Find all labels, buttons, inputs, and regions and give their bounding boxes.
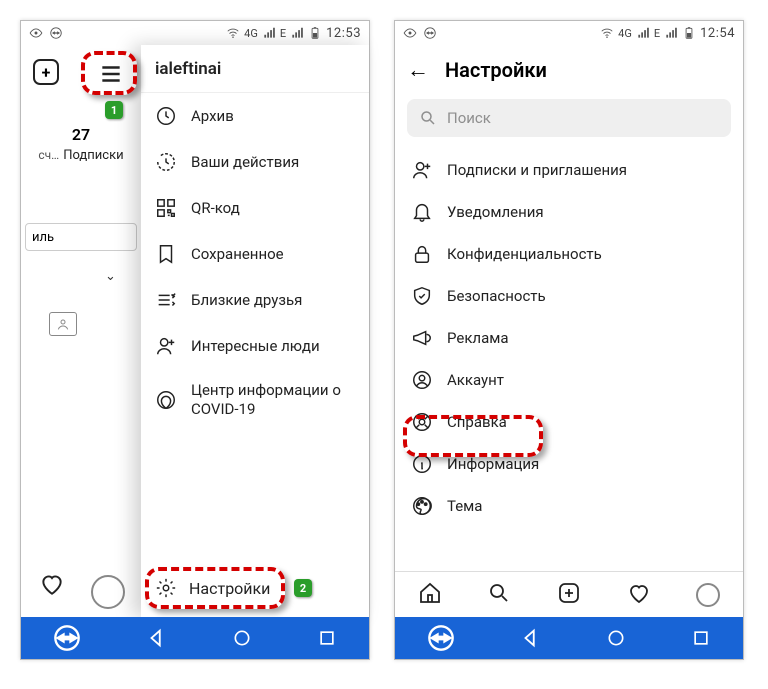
profile-drawer: ialeftinai Архив Ваши действия QR-код Со… [141,45,369,617]
tagged-grid-icon[interactable] [49,312,77,336]
menu-covid-info[interactable]: Центр информации о COVID-19 [141,369,369,431]
wifi-icon [226,26,240,40]
add-person-icon [411,159,433,181]
instagram-tabbar [395,571,743,617]
status-clock: 12:53 [326,26,361,41]
signal-e: E [654,27,660,40]
drawer-username[interactable]: ialeftinai [141,45,369,93]
eye-icon [29,26,43,40]
activity-icon [155,151,177,173]
nav-home[interactable] [232,628,252,648]
nav-back[interactable] [520,627,542,649]
menu-archive[interactable]: Архив [141,93,369,139]
profile-avatar-ring[interactable] [91,575,125,609]
signal-e: E [280,27,286,40]
settings-label: Настройки [189,579,270,598]
search-icon [419,109,437,127]
menu-qr[interactable]: QR-код [141,185,369,231]
nav-recent[interactable] [691,628,711,648]
menu-discover-people[interactable]: Интересные люди [141,323,369,369]
tab-add-icon[interactable] [557,581,581,609]
network-4g: 4G [618,27,632,40]
info-icon [411,453,433,475]
following-count: 27 [25,125,137,144]
teamviewer-nav-icon[interactable] [427,624,455,652]
settings-about[interactable]: Информация [395,443,743,485]
new-post-button[interactable]: + [33,59,59,85]
gear-icon [155,577,177,599]
archive-icon [155,105,177,127]
signal-icon [636,26,650,40]
following-label[interactable]: Подписки [63,148,123,163]
close-friends-icon [155,289,177,311]
menu-settings[interactable]: Настройки [141,563,369,617]
help-icon [411,411,433,433]
settings-notifications[interactable]: Уведомления [395,191,743,233]
profile-strip: + 27 сч… Подписки иль ⌄ [21,45,141,336]
teamviewer-status-icon [49,26,63,40]
account-icon [411,369,433,391]
back-arrow-icon[interactable]: ← [407,57,429,83]
wifi-icon [600,26,614,40]
signal2-icon [290,26,304,40]
menu-your-activity[interactable]: Ваши действия [141,139,369,185]
phone-left: 4G E 12:53 + 27 сч… Подписки иль ⌄ ialef… [20,20,370,660]
signal-icon [262,26,276,40]
teamviewer-nav-icon[interactable] [53,624,81,652]
menu-saved[interactable]: Сохраненное [141,231,369,277]
nav-back[interactable] [146,627,168,649]
eye-icon [403,26,417,40]
tab-heart-icon[interactable] [627,581,651,609]
tab-home-icon[interactable] [418,581,442,609]
android-navbar [21,617,369,659]
covid-info-icon [155,389,177,411]
nav-recent[interactable] [317,628,337,648]
network-4g: 4G [244,27,258,40]
qr-icon [155,197,177,219]
phone-right: 4G E 12:54 ← Настройки Поиск Подписки и … [394,20,744,660]
saved-icon [155,243,177,265]
battery-icon [308,26,322,40]
add-person-icon [155,335,177,357]
battery-icon [682,26,696,40]
settings-list: Подписки и приглашения Уведомления Конфи… [395,149,743,527]
teamviewer-status-icon [423,26,437,40]
status-bar: 4G E 12:54 [395,21,743,45]
activity-heart-icon[interactable] [39,571,65,601]
settings-security[interactable]: Безопасность [395,275,743,317]
bell-icon [411,201,433,223]
tab-profile-icon[interactable] [696,583,720,607]
settings-ads[interactable]: Реклама [395,317,743,359]
status-clock: 12:54 [700,26,735,41]
signal2-icon [664,26,678,40]
lock-icon [411,243,433,265]
theme-icon [411,495,433,517]
search-placeholder: Поиск [447,109,491,127]
status-bar: 4G E 12:53 [21,21,369,45]
shield-icon [411,285,433,307]
tab-search-icon[interactable] [487,581,511,609]
settings-header: ← Настройки [395,45,743,95]
edit-profile-button[interactable]: иль [25,223,137,251]
nav-home[interactable] [606,628,626,648]
settings-account[interactable]: Аккаунт [395,359,743,401]
search-input[interactable]: Поиск [407,99,731,137]
settings-follow-invite[interactable]: Подписки и приглашения [395,149,743,191]
menu-close-friends[interactable]: Близкие друзья [141,277,369,323]
settings-help[interactable]: Справка [395,401,743,443]
android-navbar [395,617,743,659]
megaphone-icon [411,327,433,349]
page-title: Настройки [445,58,547,82]
chevron-down-icon[interactable]: ⌄ [105,269,137,284]
settings-privacy[interactable]: Конфиденциальность [395,233,743,275]
settings-theme[interactable]: Тема [395,485,743,527]
